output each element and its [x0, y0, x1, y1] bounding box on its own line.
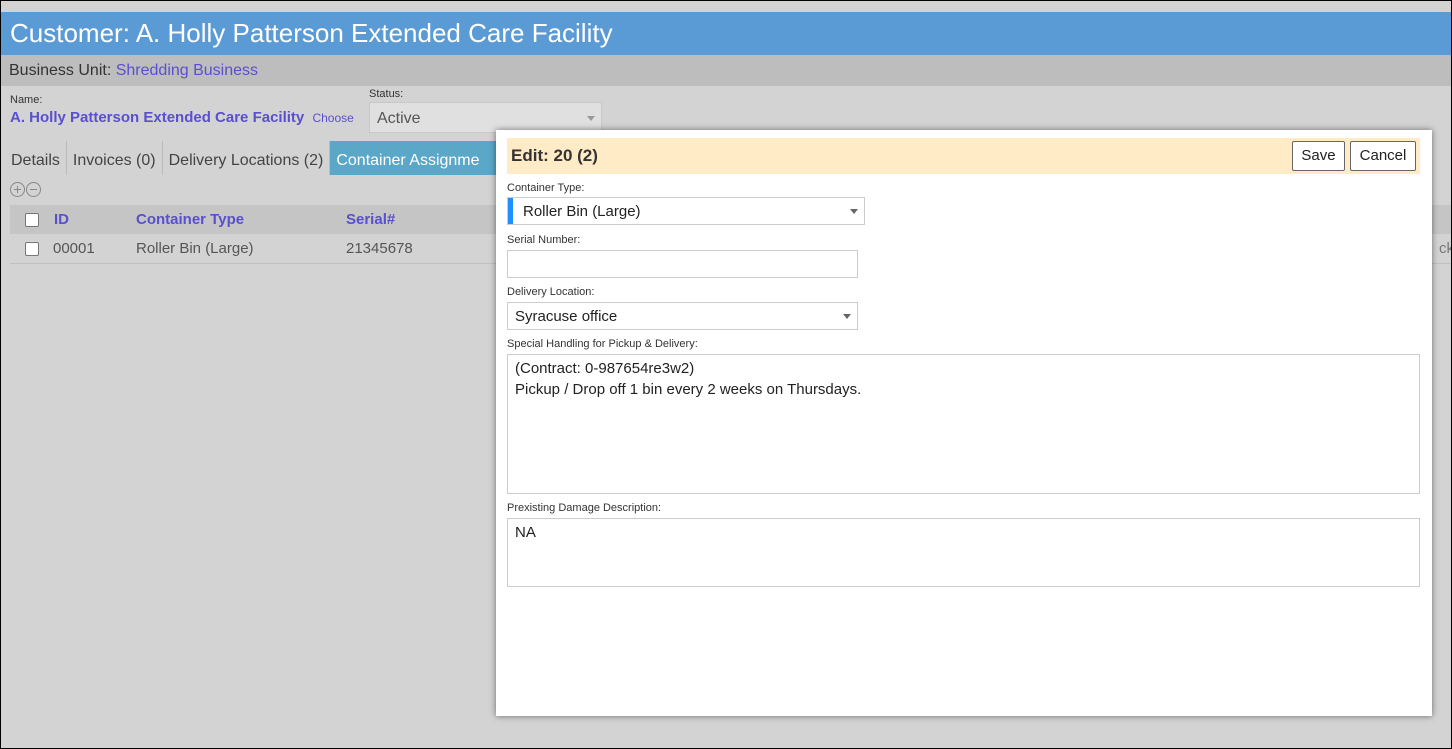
serial-number-label: Serial Number: [507, 234, 581, 246]
name-value: A. Holly Patterson Extended Care Facilit… [10, 109, 354, 126]
delivery-location-select[interactable]: Syracuse office [507, 302, 858, 330]
cell-serial: 21345678 [346, 240, 413, 257]
status-label: Status: [369, 88, 404, 100]
customer-name: A. Holly Patterson Extended Care Facilit… [10, 109, 305, 126]
delivery-location-label: Delivery Location: [507, 286, 595, 298]
chevron-down-icon [843, 314, 851, 319]
cancel-button[interactable]: Cancel [1350, 141, 1416, 171]
cell-truncated: cku [1439, 240, 1451, 257]
plus-circle-icon[interactable] [10, 182, 25, 197]
page-title: Customer: A. Holly Patterson Extended Ca… [1, 12, 1451, 55]
damage-description-label: Prexisting Damage Description: [507, 502, 662, 514]
business-unit-bar: Business Unit: Shredding Business [1, 55, 1451, 86]
name-label: Name: [10, 94, 43, 106]
tab-delivery-locations[interactable]: Delivery Locations (2) [163, 141, 331, 175]
damage-description-textarea[interactable]: NA [507, 518, 1420, 587]
tab-container-assignments[interactable]: Container Assignme [330, 141, 500, 175]
container-type-value: Roller Bin (Large) [523, 203, 641, 220]
chevron-down-icon [850, 209, 858, 214]
status-select[interactable]: Active [369, 102, 602, 133]
column-header-serial[interactable]: Serial# [346, 205, 395, 234]
column-header-id[interactable]: ID [54, 205, 69, 234]
dialog-header: Edit: 20 (2) Save Cancel [507, 138, 1420, 174]
delivery-location-value: Syracuse office [515, 308, 618, 325]
choose-link[interactable]: Choose [312, 111, 353, 125]
container-type-label: Container Type: [507, 182, 585, 194]
special-handling-textarea[interactable]: (Contract: 0-987654re3w2) Pickup / Drop … [507, 354, 1420, 494]
status-value: Active [377, 110, 421, 127]
cell-id: 00001 [53, 240, 95, 257]
tab-invoices[interactable]: Invoices (0) [67, 141, 163, 175]
save-button[interactable]: Save [1292, 141, 1345, 171]
chevron-down-icon [587, 116, 595, 121]
app-window: Customer: A. Holly Patterson Extended Ca… [0, 0, 1452, 749]
edit-dialog: Edit: 20 (2) Save Cancel Container Type:… [496, 130, 1432, 716]
required-indicator [508, 198, 513, 224]
business-unit-link[interactable]: Shredding Business [116, 62, 258, 79]
serial-number-input[interactable] [507, 250, 858, 278]
minus-circle-icon[interactable] [26, 182, 41, 197]
special-handling-label: Special Handling for Pickup & Delivery: [507, 338, 698, 350]
row-controls [10, 182, 41, 197]
business-unit-label: Business Unit: [9, 62, 112, 79]
column-header-container-type[interactable]: Container Type [136, 205, 244, 234]
cell-container-type: Roller Bin (Large) [136, 240, 254, 257]
dialog-title: Edit: 20 (2) [511, 146, 598, 165]
tab-details[interactable]: Details [5, 141, 67, 175]
row-checkbox[interactable] [25, 242, 39, 256]
select-all-checkbox[interactable] [25, 213, 39, 227]
container-type-select[interactable]: Roller Bin (Large) [507, 197, 865, 225]
tab-bar: Details Invoices (0) Delivery Locations … [5, 141, 500, 175]
